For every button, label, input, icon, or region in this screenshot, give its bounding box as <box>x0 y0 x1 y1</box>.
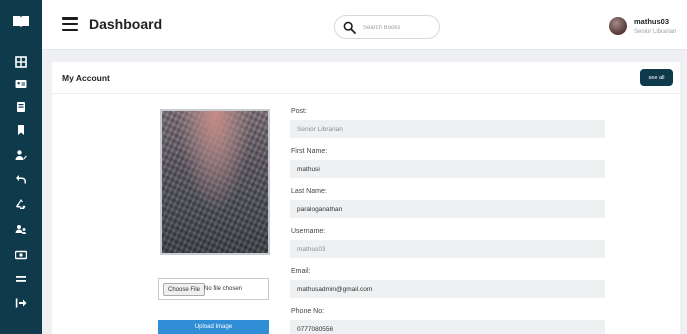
phone-field[interactable]: 0777080556 <box>290 320 605 334</box>
file-status: No file chosen <box>204 286 243 292</box>
upload-image-button[interactable]: Upload Image <box>158 320 269 334</box>
sidebar <box>0 0 42 334</box>
book-icon[interactable] <box>14 100 28 114</box>
top-bar: Dashboard mathus03 Senior Librarian <box>42 0 687 50</box>
file-input[interactable]: Choose File No file chosen <box>158 278 269 300</box>
profile-photo <box>160 109 270 255</box>
post-label: Post: <box>291 108 307 115</box>
phone-label: Phone No: <box>291 308 325 315</box>
email-field[interactable]: mathusadmin@gmail.com <box>290 280 605 298</box>
recycle-icon[interactable] <box>14 197 28 211</box>
card-header: My Account see all <box>52 62 680 94</box>
search-box[interactable] <box>334 15 440 39</box>
see-all-button[interactable]: see all <box>640 69 673 86</box>
last-name-field[interactable]: paraloganathan <box>290 200 605 218</box>
user-name: mathus03 <box>634 17 670 26</box>
first-name-field[interactable]: mathusi <box>290 160 605 178</box>
first-name-label: First Name: <box>291 148 328 155</box>
users-icon[interactable] <box>14 222 28 236</box>
user-edit-icon[interactable] <box>14 148 28 162</box>
username-label: Username: <box>291 228 326 235</box>
post-field[interactable]: Senior Librarian <box>290 120 605 138</box>
account-card: My Account see all Choose File No file c… <box>52 62 680 334</box>
return-icon[interactable] <box>14 172 28 186</box>
avatar[interactable] <box>609 17 627 35</box>
section-title: My Account <box>62 73 110 83</box>
page-title: Dashboard <box>89 16 163 32</box>
search-icon[interactable] <box>343 21 356 34</box>
menu-lines-icon[interactable] <box>14 272 28 286</box>
logout-icon[interactable] <box>14 296 28 310</box>
email-label: Email: <box>291 268 311 275</box>
username-field[interactable]: mathus03 <box>290 240 605 258</box>
user-role: Senior Librarian <box>634 29 677 35</box>
id-card-icon[interactable] <box>14 77 28 91</box>
menu-toggle-icon[interactable] <box>62 17 78 31</box>
grid-icon[interactable] <box>14 55 28 69</box>
money-icon[interactable] <box>14 248 28 262</box>
search-input[interactable] <box>363 21 435 34</box>
book-open-icon[interactable] <box>12 15 30 29</box>
last-name-label: Last Name: <box>291 188 327 195</box>
bookmark-icon[interactable] <box>14 123 28 137</box>
choose-file-button[interactable]: Choose File <box>163 283 206 296</box>
